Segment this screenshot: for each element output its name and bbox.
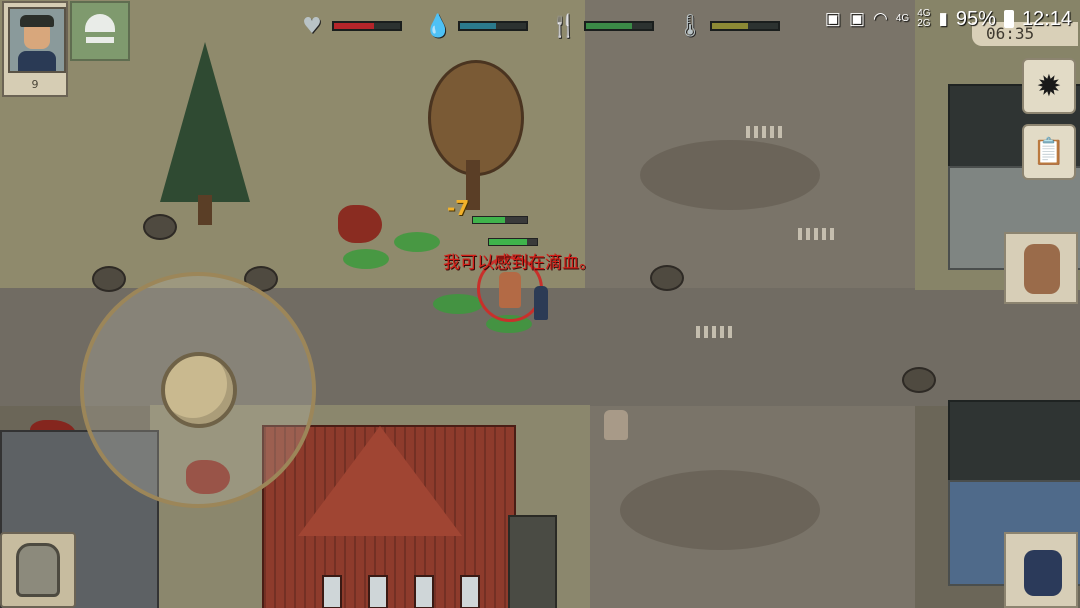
- system-status-bar: ▣ ▣ ◠ 4G 4G 2G ▮ 95% 12:14: [825, 6, 1072, 32]
- hunger-bar: [584, 21, 654, 31]
- network-type-bottom: 4G 2G: [917, 8, 931, 29]
- npc-survivor-card[interactable]: [1004, 532, 1078, 608]
- enemy-health-bar: [488, 238, 538, 246]
- gear-icon: ✹: [1036, 68, 1062, 104]
- oak-tree-canopy: [428, 60, 524, 176]
- parachute-icon-band: [86, 37, 114, 43]
- tree-stump: [143, 214, 177, 240]
- health-bar: [332, 21, 402, 31]
- npc-survivor-card[interactable]: [1004, 232, 1078, 304]
- character-speech-text: 我可以感到在滴血。: [443, 253, 596, 273]
- floating-damage-number: -7: [447, 196, 470, 220]
- bone-pile: [696, 326, 736, 338]
- backpack-icon: [16, 543, 60, 597]
- npc-survivor-icon: [1024, 244, 1060, 294]
- red-barn-gable: [298, 426, 462, 536]
- journal-button[interactable]: 📋: [1022, 124, 1076, 180]
- tree-stump: [902, 367, 936, 393]
- blood-splatter: [338, 205, 382, 243]
- barn-window: [322, 575, 342, 608]
- lock-notification-icon: ▣: [848, 9, 866, 28]
- portrait-image: [8, 7, 66, 73]
- notification-icon: ▣: [824, 9, 841, 28]
- enemy-health-bar: [472, 216, 528, 224]
- portrait-body: [18, 51, 56, 71]
- acid-puddle: [343, 249, 389, 269]
- clipboard-icon: 📋: [1032, 137, 1066, 167]
- building-roof-southeast: [948, 400, 1080, 484]
- thirst-stat: 💧: [424, 12, 532, 40]
- bone-pile: [798, 228, 838, 240]
- npc-survivor-icon: [1024, 550, 1062, 596]
- water-drop-icon: 💧: [424, 13, 452, 39]
- pine-tree: [160, 42, 250, 202]
- thermometer-icon: 🌡: [676, 13, 704, 39]
- tree-stump: [650, 265, 684, 291]
- barn-window: [368, 575, 388, 608]
- joystick-knob[interactable]: [161, 352, 237, 428]
- acid-puddle: [433, 294, 483, 314]
- temperature-stat: 🌡: [676, 12, 784, 40]
- pine-trunk: [198, 195, 212, 225]
- inventory-backpack-button[interactable]: [0, 532, 76, 608]
- health-stat: ♥: [298, 12, 406, 40]
- thirst-bar: [458, 21, 528, 31]
- ground-patch: [640, 140, 820, 210]
- acid-puddle: [394, 232, 440, 252]
- barn-window: [460, 575, 480, 608]
- signal-icon: ▮: [938, 9, 948, 28]
- fork-knife-icon: 🍴: [550, 13, 578, 39]
- battery-percent: 95%: [955, 7, 996, 30]
- player-character: [534, 286, 548, 320]
- battery-icon: [1003, 10, 1014, 28]
- settings-gear-button[interactable]: ✹: [1022, 58, 1076, 114]
- wifi-icon: ◠: [873, 9, 888, 28]
- parachute-icon: [85, 14, 115, 32]
- temperature-bar: [710, 21, 780, 31]
- ground-patch: [620, 470, 820, 550]
- character-portrait[interactable]: 9: [2, 1, 68, 97]
- zombie-enemy-walking[interactable]: [604, 410, 628, 440]
- hunger-stat: 🍴: [550, 12, 658, 40]
- system-time: 12:14: [1021, 7, 1072, 30]
- barn-window: [414, 575, 434, 608]
- parachute-drop-button[interactable]: [70, 1, 130, 61]
- bone-pile: [746, 126, 786, 138]
- network-type-top: 4G: [895, 13, 910, 24]
- zombie-enemy[interactable]: [499, 272, 521, 308]
- heart-icon: ♥: [302, 13, 322, 39]
- tree-stump: [92, 266, 126, 292]
- storage-shed: [508, 515, 557, 608]
- portrait-hat: [20, 15, 54, 27]
- player-level: 9: [31, 78, 39, 91]
